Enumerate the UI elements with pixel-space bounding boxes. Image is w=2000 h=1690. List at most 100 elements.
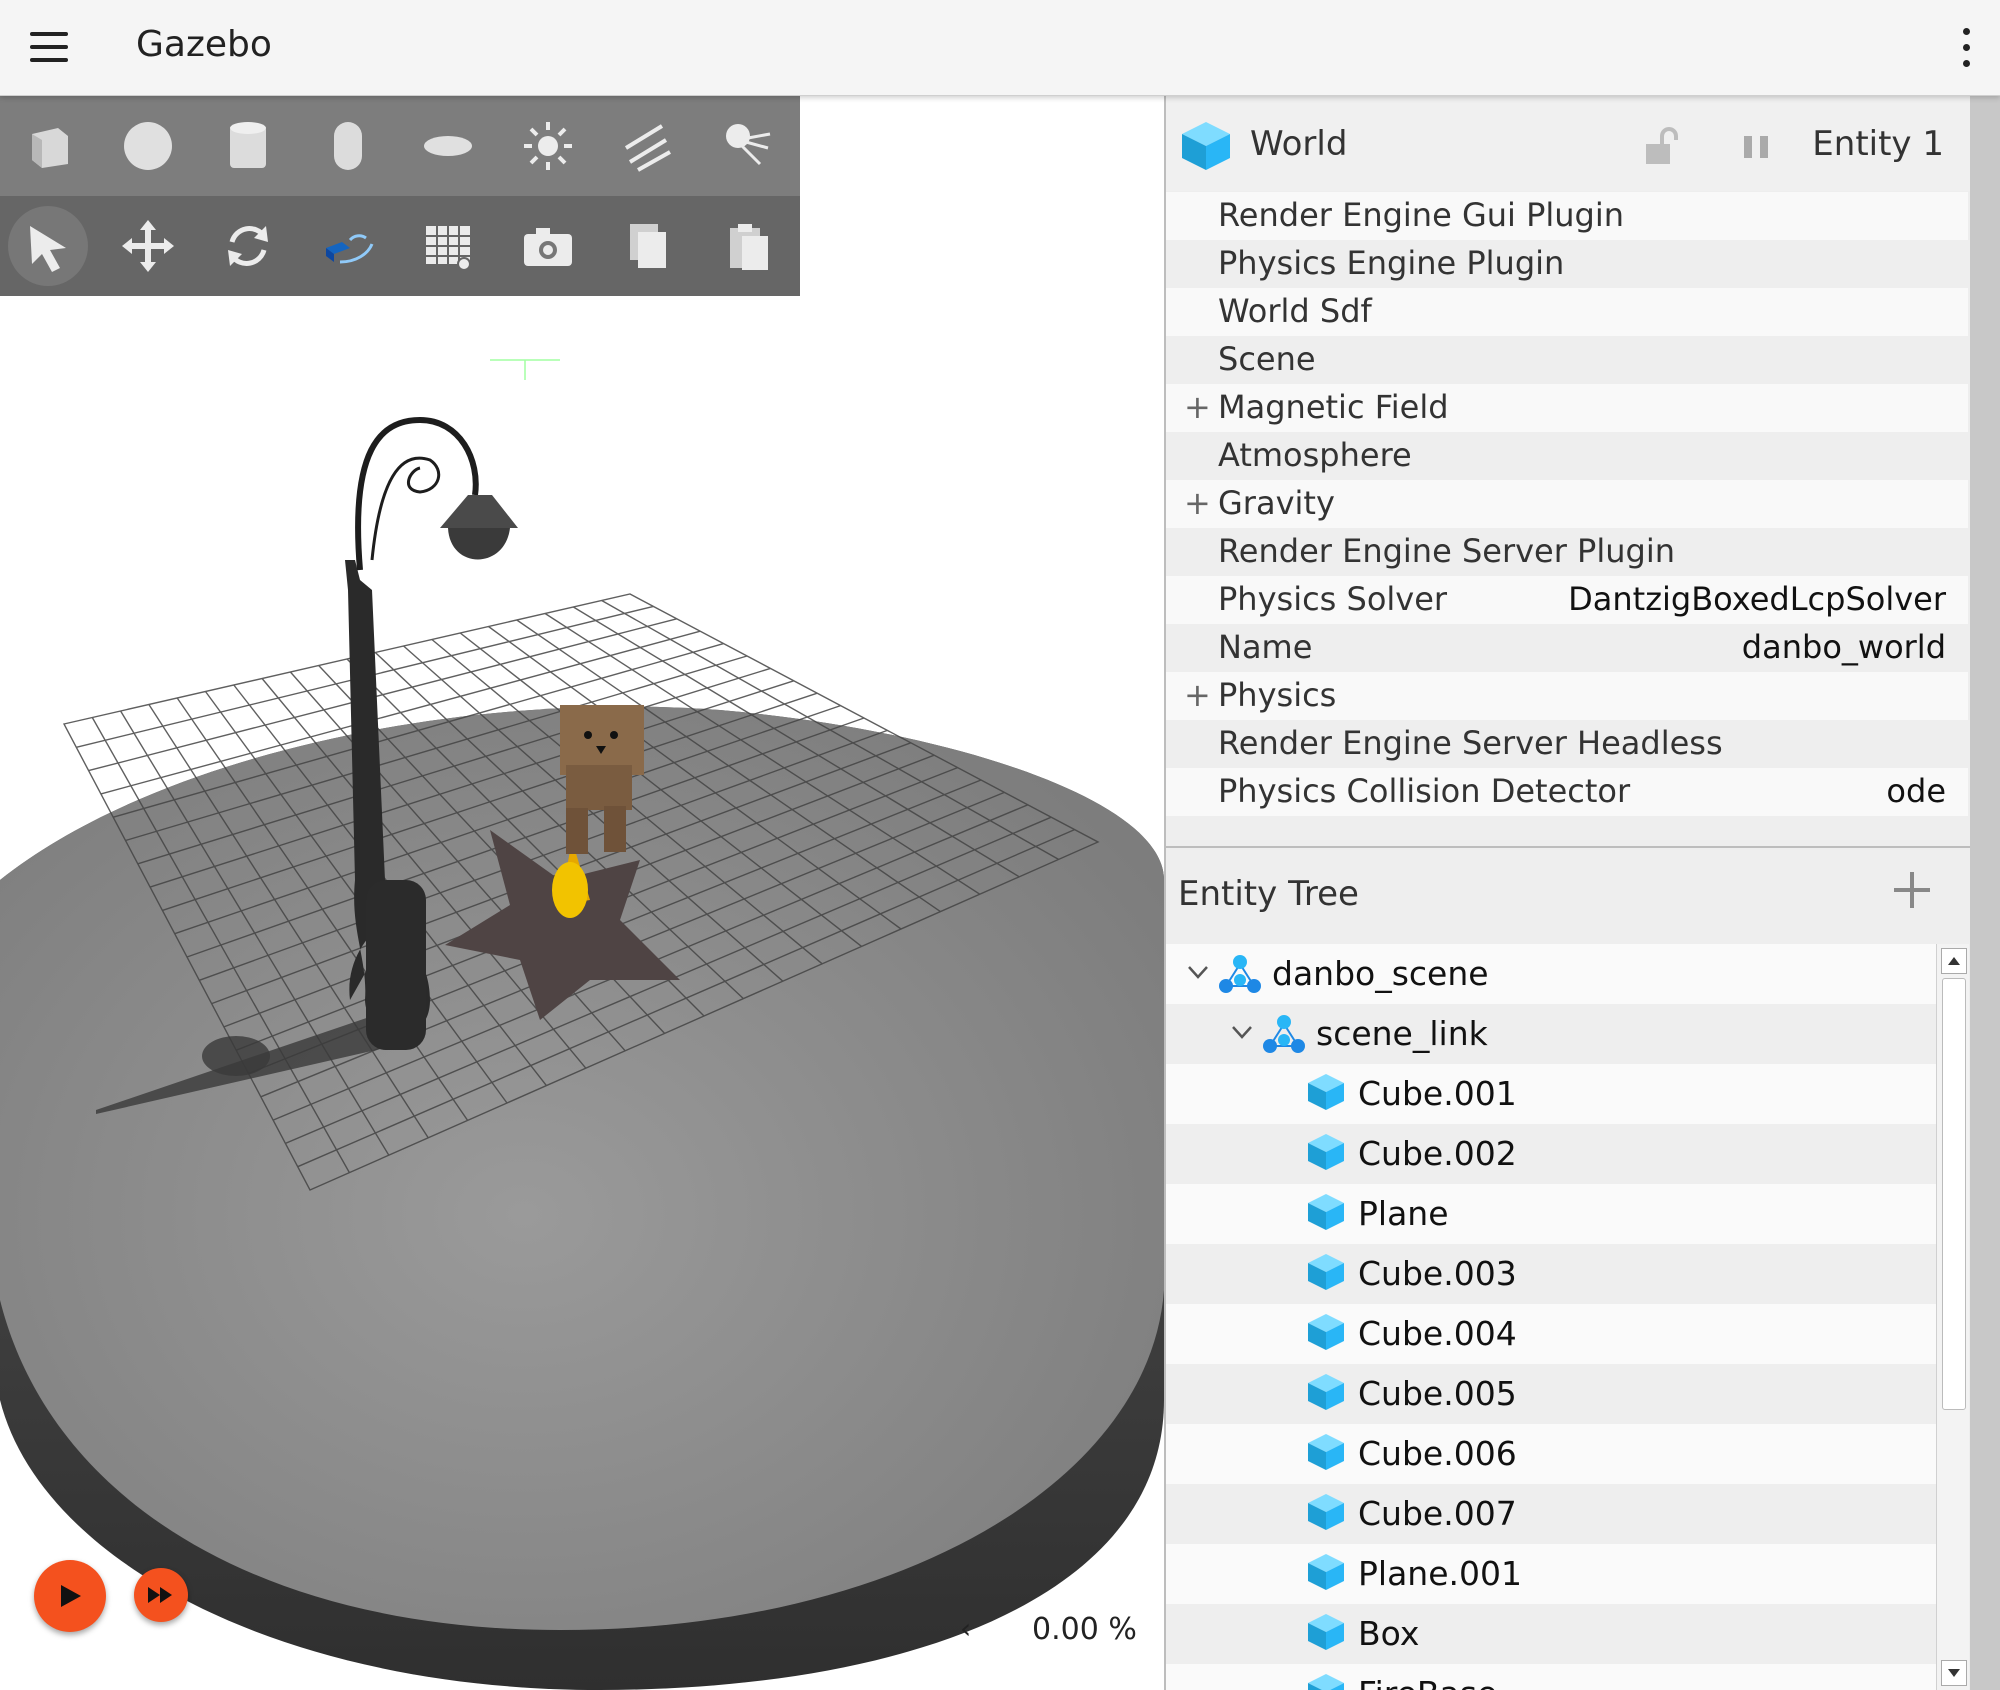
entity-name: Plane bbox=[1358, 1194, 1449, 1233]
chevron-down-icon[interactable] bbox=[1230, 1020, 1254, 1044]
component-name: Render Engine Gui Plugin bbox=[1218, 196, 1625, 234]
component-row[interactable]: + Magnetic Field bbox=[1166, 384, 1968, 432]
entity-tree-row[interactable]: FireBase bbox=[1166, 1664, 1936, 1690]
component-inspector-header: World Entity 1 bbox=[1166, 96, 1970, 191]
entity-tree-row[interactable]: Box bbox=[1166, 1604, 1936, 1664]
rtf-collapse-button[interactable]: ‹ bbox=[960, 1612, 971, 1645]
world-cube-icon bbox=[1182, 122, 1230, 170]
spot-light-icon[interactable] bbox=[708, 106, 788, 186]
scroll-down-arrow-icon[interactable] bbox=[1941, 1660, 1967, 1686]
fast-forward-icon bbox=[148, 1587, 172, 1603]
translate-icon[interactable] bbox=[108, 206, 188, 286]
menu-icon[interactable] bbox=[30, 32, 68, 62]
component-name: Render Engine Server Headless bbox=[1218, 724, 1723, 762]
add-entity-icon[interactable] bbox=[1890, 868, 1934, 912]
entity-tree-scrollbar[interactable] bbox=[1936, 944, 1969, 1690]
visual-cube-icon bbox=[1308, 1074, 1344, 1110]
scroll-up-arrow-icon[interactable] bbox=[1941, 948, 1967, 974]
component-row: Render Engine Server Plugin bbox=[1166, 528, 1968, 576]
component-row[interactable]: + Gravity bbox=[1166, 480, 1968, 528]
component-value: danbo_world bbox=[1741, 628, 1946, 666]
grid-snap-icon[interactable] bbox=[408, 206, 488, 286]
copy-icon[interactable] bbox=[608, 206, 688, 286]
visual-cube-icon bbox=[1308, 1674, 1344, 1690]
entity-tree-row[interactable]: scene_link bbox=[1166, 1004, 1936, 1064]
entity-tree-row[interactable]: Cube.004 bbox=[1166, 1304, 1936, 1364]
screenshot-icon[interactable] bbox=[508, 206, 588, 286]
component-row: World Sdf bbox=[1166, 288, 1968, 336]
entity-name: scene_link bbox=[1316, 1014, 1488, 1053]
component-value: ode bbox=[1886, 772, 1946, 810]
entity-name: Cube.007 bbox=[1358, 1494, 1517, 1533]
scrollbar-thumb[interactable] bbox=[1942, 978, 1966, 1410]
select-icon[interactable] bbox=[8, 206, 88, 286]
capsule-icon[interactable] bbox=[308, 106, 388, 186]
component-name: Magnetic Field bbox=[1218, 388, 1449, 426]
entity-tree-header: Entity Tree bbox=[1166, 848, 1970, 944]
unlock-icon[interactable] bbox=[1644, 126, 1678, 166]
chevron-down-icon[interactable] bbox=[1186, 960, 1210, 984]
visual-cube-icon bbox=[1308, 1134, 1344, 1170]
ellipsoid-icon[interactable] bbox=[408, 106, 488, 186]
scene-3d-viewport[interactable] bbox=[0, 96, 1164, 1690]
entity-tree-row[interactable]: Cube.001 bbox=[1166, 1064, 1936, 1124]
entity-tree-row[interactable]: Cube.007 bbox=[1166, 1484, 1936, 1544]
component-name: Render Engine Server Plugin bbox=[1218, 532, 1675, 570]
component-name: World Sdf bbox=[1218, 292, 1372, 330]
more-options-icon[interactable] bbox=[1960, 26, 1972, 70]
visual-cube-icon bbox=[1308, 1314, 1344, 1350]
view-angle-icon[interactable] bbox=[308, 206, 388, 286]
entity-name: Cube.006 bbox=[1358, 1434, 1517, 1473]
entity-name: FireBase bbox=[1358, 1674, 1497, 1690]
entity-id-label: Entity 1 bbox=[1812, 124, 1944, 164]
transform-tools-row bbox=[0, 196, 800, 296]
entity-tree-row[interactable]: Cube.002 bbox=[1166, 1124, 1936, 1184]
play-icon bbox=[61, 1585, 81, 1607]
real-time-factor: 0.00 % bbox=[1032, 1612, 1137, 1647]
component-row[interactable]: + Physics bbox=[1166, 672, 1968, 720]
box-icon[interactable] bbox=[8, 106, 88, 186]
component-row: Render Engine Server Headless bbox=[1166, 720, 1968, 768]
entity-name: Cube.002 bbox=[1358, 1134, 1517, 1173]
directional-light-icon[interactable] bbox=[608, 106, 688, 186]
visual-cube-icon bbox=[1308, 1434, 1344, 1470]
expand-plus-icon[interactable]: + bbox=[1184, 676, 1211, 714]
shapes-toolbar bbox=[0, 96, 800, 296]
sphere-icon[interactable] bbox=[108, 106, 188, 186]
component-value: DantzigBoxedLcpSolver bbox=[1568, 580, 1946, 618]
entity-tree-row[interactable]: Cube.006 bbox=[1166, 1424, 1936, 1484]
expand-plus-icon[interactable]: + bbox=[1184, 388, 1211, 426]
app-title: Gazebo bbox=[136, 24, 272, 65]
entity-tree-list: danbo_scene scene_link Cube.001 Cube.002 Pla… bbox=[1166, 944, 1936, 1690]
rotate-icon[interactable] bbox=[208, 206, 288, 286]
component-list: Render Engine Gui Plugin Physics Engine P… bbox=[1166, 192, 1968, 816]
scene-render bbox=[0, 359, 1164, 1690]
component-row: Name danbo_world bbox=[1166, 624, 1968, 672]
app-bar: Gazebo bbox=[0, 0, 2000, 96]
entity-tree-row[interactable]: Cube.005 bbox=[1166, 1364, 1936, 1424]
entity-tree-row[interactable]: danbo_scene bbox=[1166, 944, 1936, 1004]
entity-name: Cube.003 bbox=[1358, 1254, 1517, 1293]
inspector-title: World bbox=[1250, 124, 1348, 164]
paste-icon[interactable] bbox=[708, 206, 788, 286]
component-row: Atmosphere bbox=[1166, 432, 1968, 480]
sun-light-icon[interactable] bbox=[508, 106, 588, 186]
visual-cube-icon bbox=[1308, 1254, 1344, 1290]
visual-cube-icon bbox=[1308, 1494, 1344, 1530]
link-icon bbox=[1263, 1015, 1305, 1053]
expand-plus-icon[interactable]: + bbox=[1184, 484, 1211, 522]
play-button[interactable] bbox=[34, 1560, 106, 1632]
cylinder-icon[interactable] bbox=[208, 106, 288, 186]
entity-name: Cube.005 bbox=[1358, 1374, 1517, 1413]
entity-name: Plane.001 bbox=[1358, 1554, 1522, 1593]
component-row: Physics Engine Plugin bbox=[1166, 240, 1968, 288]
entity-tree-row[interactable]: Plane.001 bbox=[1166, 1544, 1936, 1604]
step-button[interactable] bbox=[134, 1568, 188, 1622]
pause-icon[interactable] bbox=[1742, 134, 1772, 160]
panel-edge bbox=[1970, 96, 2000, 1690]
visual-cube-icon bbox=[1308, 1554, 1344, 1590]
component-row: Physics Solver DantzigBoxedLcpSolver bbox=[1166, 576, 1968, 624]
entity-tree-row[interactable]: Cube.003 bbox=[1166, 1244, 1936, 1304]
component-name: Atmosphere bbox=[1218, 436, 1412, 474]
entity-tree-row[interactable]: Plane bbox=[1166, 1184, 1936, 1244]
